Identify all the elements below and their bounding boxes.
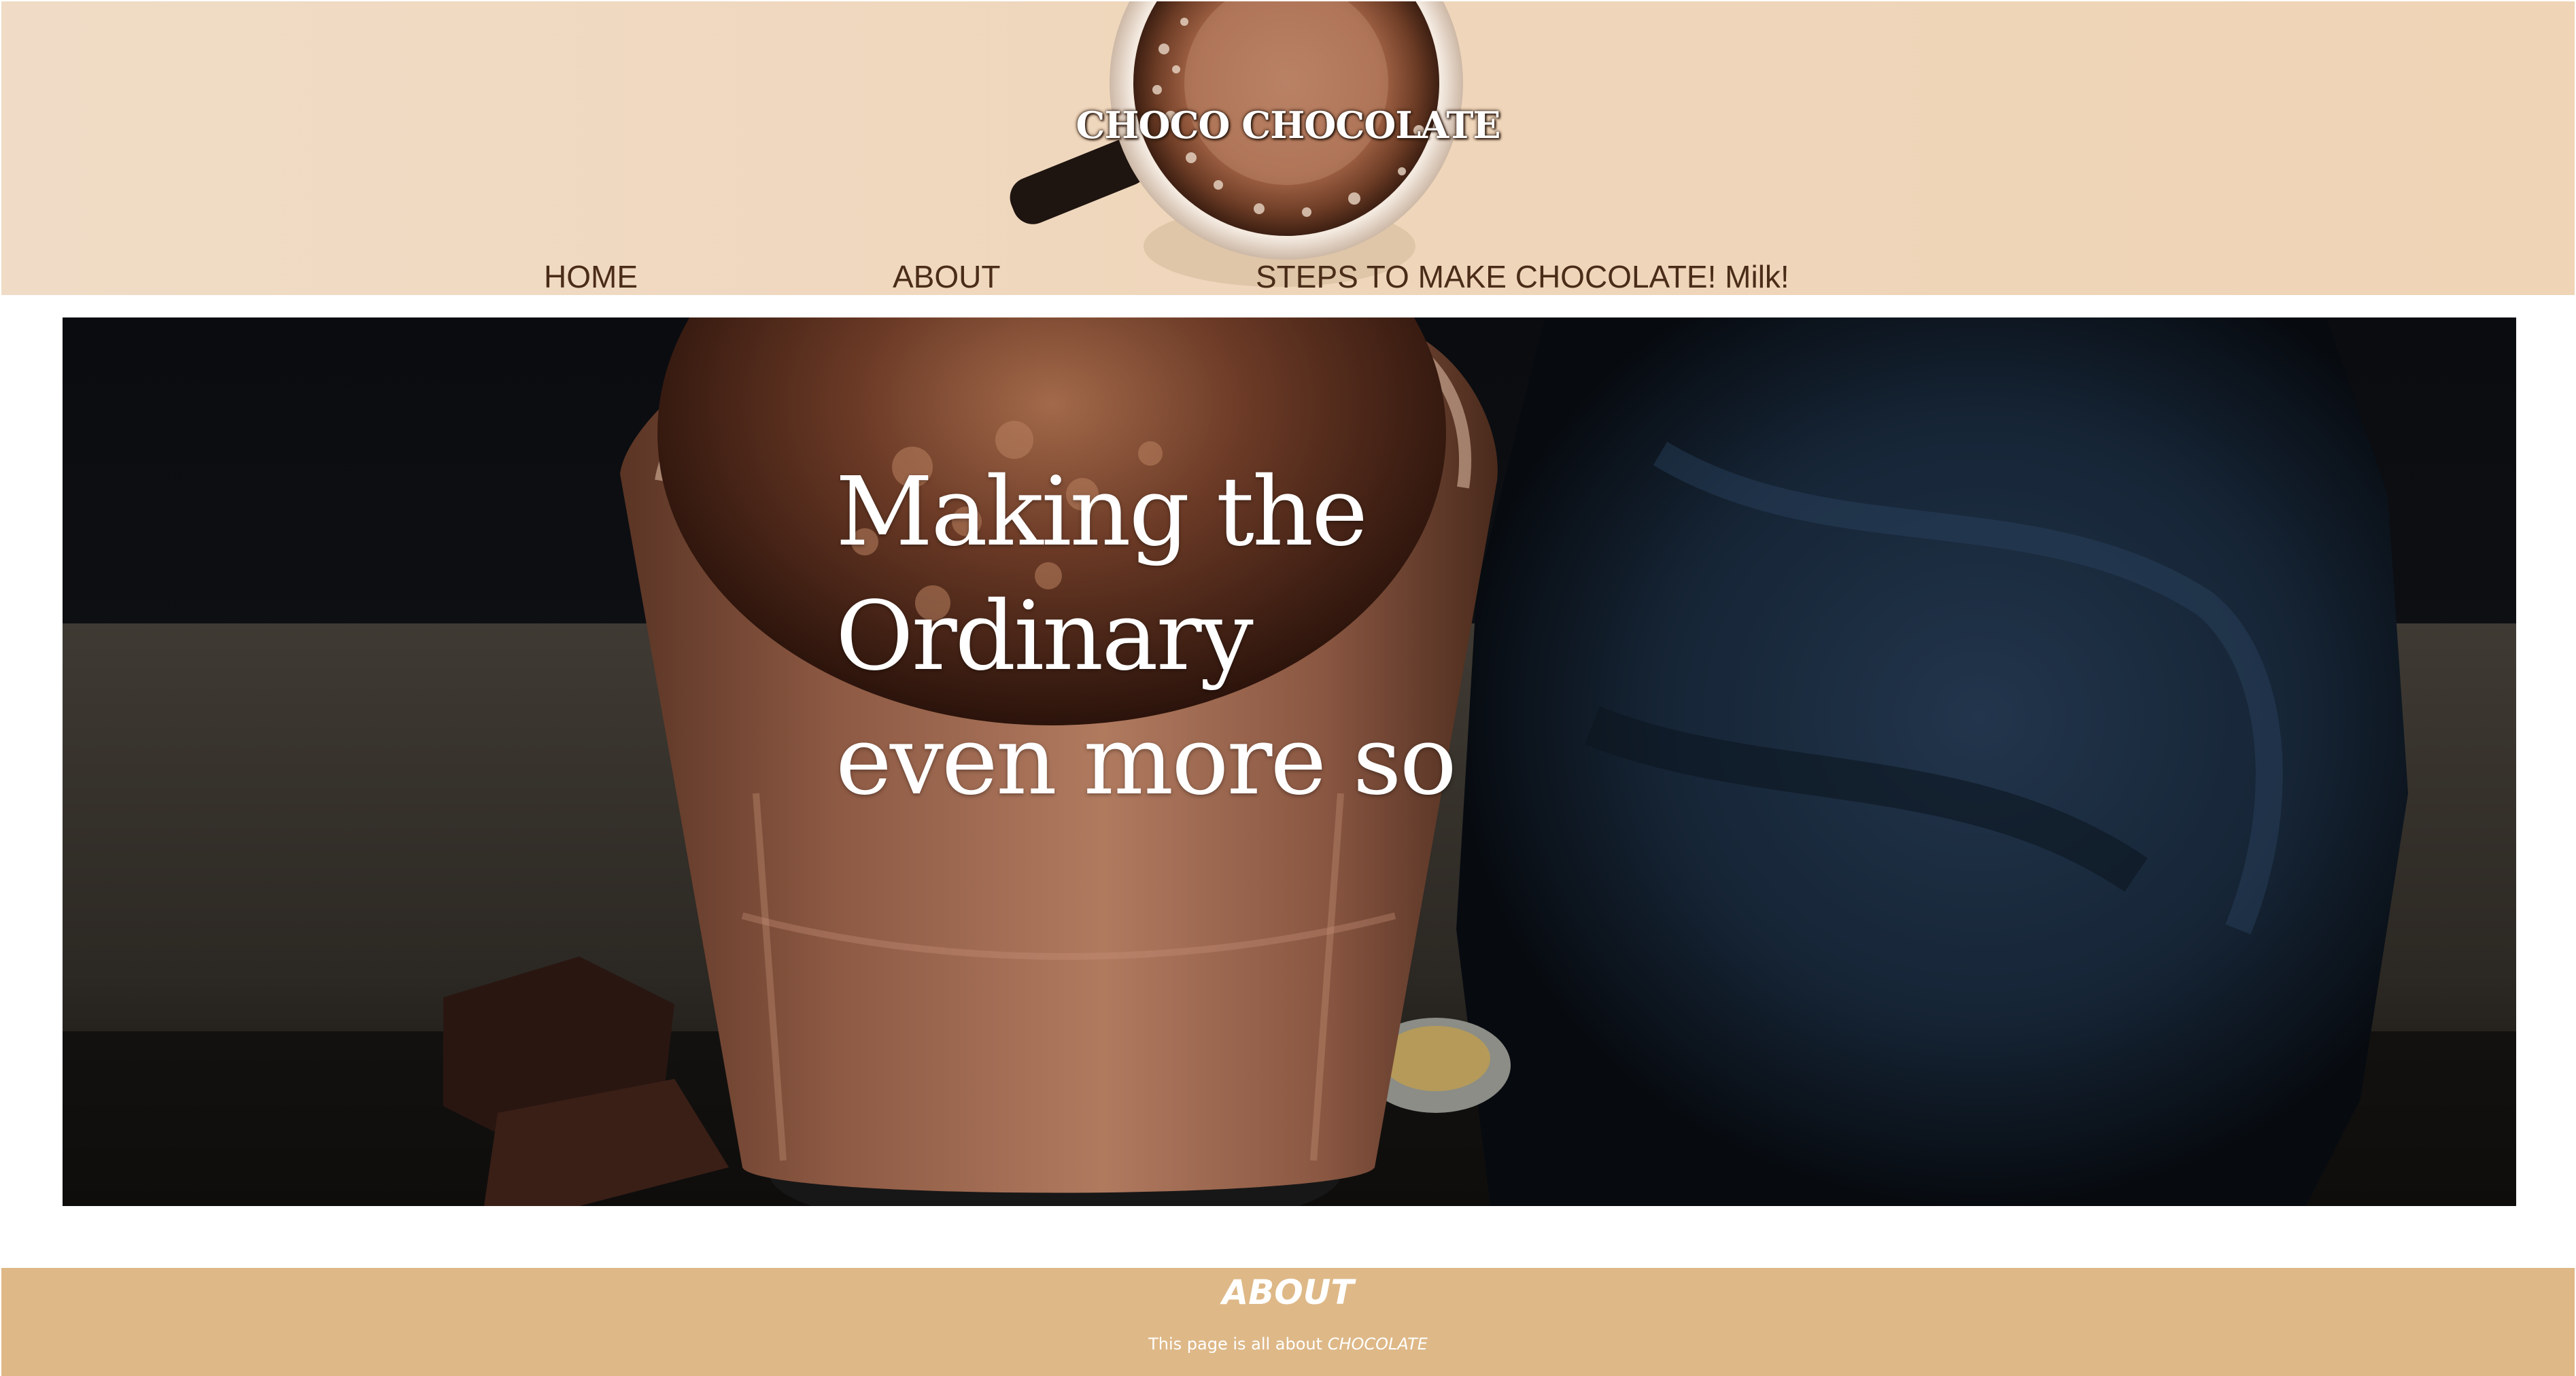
footer-text-prefix: This page is all about bbox=[1148, 1335, 1328, 1354]
nav-link-about[interactable]: ABOUT bbox=[893, 258, 1000, 295]
footer-text-emphasis: CHOCOLATE bbox=[1327, 1335, 1428, 1354]
hero-headline-line-2: Ordinary bbox=[836, 581, 1254, 692]
hero-banner: Making the Ordinary even more so bbox=[63, 317, 2516, 1206]
hot-chocolate-mug-image bbox=[1010, 1, 1463, 287]
site-title: CHOCO CHOCOLATE bbox=[1076, 103, 1500, 147]
footer-text: This page is all about CHOCOLATE bbox=[0, 1335, 2576, 1354]
hero-headline-line-1: Making the bbox=[836, 457, 1368, 568]
nav-link-home[interactable]: HOME bbox=[544, 258, 638, 295]
hero-headline-line-3: even more so bbox=[836, 706, 1457, 816]
site-header: CHOCO CHOCOLATE bbox=[1, 1, 2575, 295]
nav-link-steps[interactable]: STEPS TO MAKE CHOCOLATE! Milk! bbox=[1256, 258, 1789, 295]
footer-heading: ABOUT bbox=[1222, 1273, 1354, 1312]
hero-headline: Making the Ordinary even more so bbox=[836, 450, 1457, 823]
